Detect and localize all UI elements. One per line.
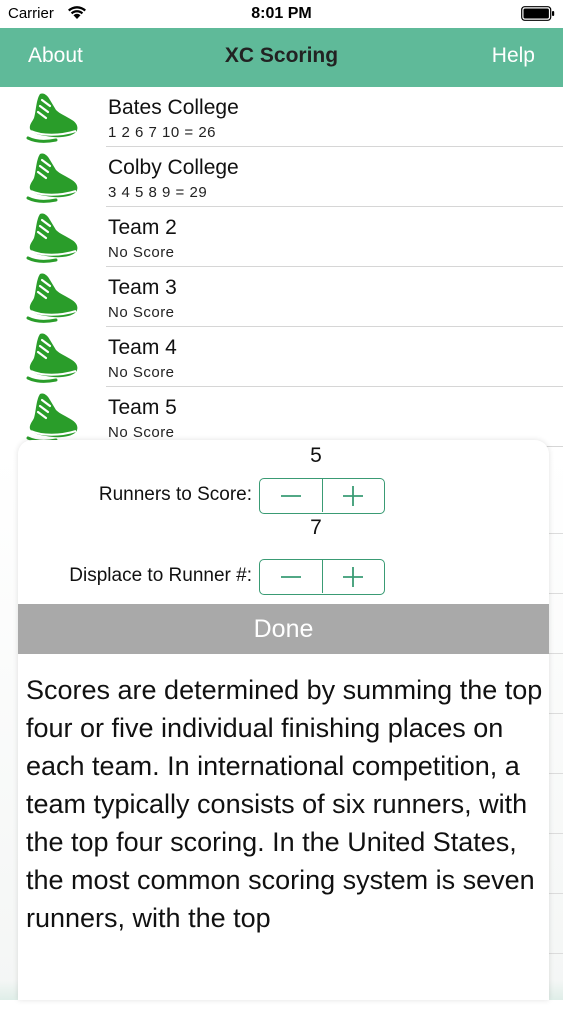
team-name: Colby College bbox=[108, 156, 239, 179]
scoring-description: Scores are determined by summing the top… bbox=[26, 675, 543, 933]
team-row[interactable]: Team 3 No Score bbox=[0, 267, 563, 327]
row-divider bbox=[548, 653, 563, 654]
row-divider bbox=[548, 593, 563, 594]
plus-icon bbox=[343, 567, 363, 587]
minus-icon bbox=[281, 576, 301, 578]
team-row[interactable]: Team 5 No Score bbox=[0, 387, 563, 447]
team-score: No Score bbox=[108, 364, 175, 381]
displace-to-runner-value: 7 bbox=[310, 516, 322, 539]
displace-to-runner-stepper bbox=[259, 559, 385, 595]
list-separators-background bbox=[548, 527, 563, 1027]
running-shoe-icon bbox=[26, 213, 78, 263]
running-shoe-icon bbox=[26, 393, 78, 443]
plus-icon bbox=[343, 486, 363, 506]
settings-panel: 5 Runners to Score: 7 Displace to Runner… bbox=[18, 440, 549, 1000]
team-row[interactable]: Team 2 No Score bbox=[0, 207, 563, 267]
displace-to-runner-decrement-button[interactable] bbox=[260, 560, 323, 593]
displace-to-runner-label: Displace to Runner #: bbox=[69, 565, 252, 586]
team-name: Team 3 bbox=[108, 276, 177, 299]
team-name: Team 2 bbox=[108, 216, 177, 239]
runners-to-score-value: 5 bbox=[310, 444, 322, 467]
team-score: No Score bbox=[108, 424, 175, 441]
runners-to-score-increment-button[interactable] bbox=[322, 479, 384, 512]
team-row[interactable]: Bates College 1 2 6 7 10 = 26 bbox=[0, 87, 563, 147]
nav-title: XC Scoring bbox=[224, 44, 339, 67]
team-score: No Score bbox=[108, 244, 175, 261]
team-row[interactable]: Colby College 3 4 5 8 9 = 29 bbox=[0, 147, 563, 207]
minus-icon bbox=[281, 495, 301, 497]
team-score: 3 4 5 8 9 = 29 bbox=[108, 184, 208, 201]
status-time: 8:01 PM bbox=[251, 5, 312, 22]
done-button[interactable]: Done bbox=[18, 604, 549, 654]
team-name: Team 5 bbox=[108, 396, 177, 419]
runners-to-score-stepper bbox=[259, 478, 385, 514]
row-divider bbox=[548, 773, 563, 774]
battery-icon bbox=[521, 6, 555, 21]
running-shoe-icon bbox=[26, 93, 78, 143]
team-score: 1 2 6 7 10 = 26 bbox=[108, 124, 217, 141]
team-name: Team 4 bbox=[108, 336, 177, 359]
row-divider bbox=[548, 833, 563, 834]
row-divider bbox=[548, 893, 563, 894]
team-score: No Score bbox=[108, 304, 175, 321]
team-row[interactable]: Team 4 No Score bbox=[0, 327, 563, 387]
status-bar: Carrier 8:01 PM bbox=[0, 0, 563, 28]
runners-to-score-label: Runners to Score: bbox=[98, 484, 252, 505]
help-button[interactable]: Help bbox=[492, 44, 535, 68]
row-divider bbox=[548, 713, 563, 714]
navigation-bar: About XC Scoring Help bbox=[0, 28, 563, 87]
running-shoe-icon bbox=[26, 153, 78, 203]
row-divider bbox=[548, 953, 563, 954]
team-name: Bates College bbox=[108, 96, 239, 119]
displace-to-runner-increment-button[interactable] bbox=[322, 560, 384, 593]
runners-to-score-decrement-button[interactable] bbox=[260, 479, 323, 512]
row-divider bbox=[548, 533, 563, 534]
running-shoe-icon bbox=[26, 333, 78, 383]
running-shoe-icon bbox=[26, 273, 78, 323]
